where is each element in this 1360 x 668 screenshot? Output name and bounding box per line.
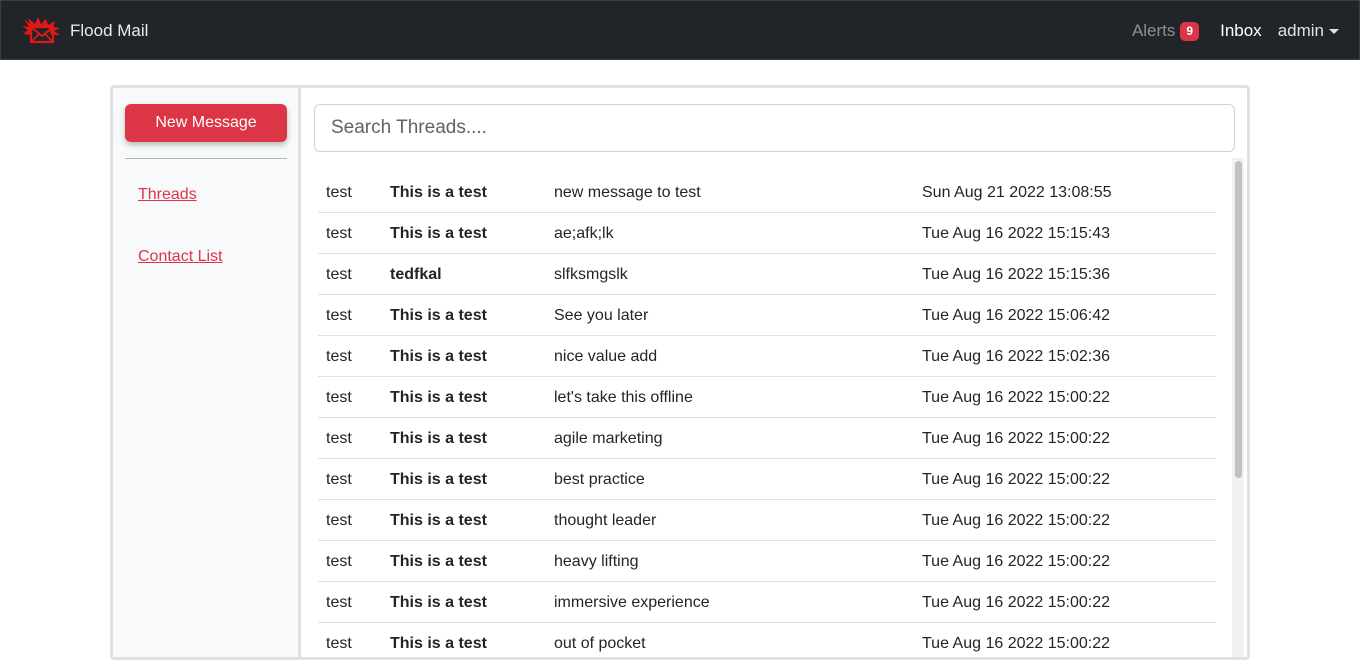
thread-preview: ae;afk;lk xyxy=(554,225,614,242)
thread-preview: slfksmgslk xyxy=(554,266,628,283)
alerts-label: Alerts xyxy=(1131,21,1176,40)
thread-preview: See you later xyxy=(554,307,649,324)
thread-row[interactable]: test This is a test out of pocket Tue Aug 1… xyxy=(318,623,1216,657)
thread-date: Tue Aug 16 2022 15:00:22 xyxy=(922,430,1111,447)
brand-name: Flood Mail xyxy=(70,21,149,40)
thread-from: test xyxy=(326,471,352,488)
new-message-button[interactable]: New Message xyxy=(125,104,287,142)
thread-date: Tue Aug 16 2022 15:00:22 xyxy=(922,512,1111,529)
thread-subject: This is a test xyxy=(390,389,487,406)
thread-preview: thought leader xyxy=(554,512,657,529)
thread-from: test xyxy=(326,348,352,365)
thread-from: test xyxy=(326,553,352,570)
thread-list-scrollbar[interactable] xyxy=(1232,158,1244,657)
threads-pane: test This is a test new message to test Sun… xyxy=(304,88,1247,657)
thread-preview: out of pocket xyxy=(554,635,646,652)
thread-row[interactable]: test This is a test nice value add Tue Aug … xyxy=(318,336,1216,377)
thread-date: Tue Aug 16 2022 15:15:36 xyxy=(922,266,1111,283)
thread-from: test xyxy=(326,266,352,283)
thread-date: Tue Aug 16 2022 15:02:36 xyxy=(922,348,1111,365)
inbox-link[interactable]: Inbox xyxy=(1220,21,1262,41)
thread-from: test xyxy=(326,389,352,406)
user-label: admin xyxy=(1277,21,1324,40)
thread-row[interactable]: test This is a test new message to test Sun… xyxy=(318,172,1216,213)
thread-subject: This is a test xyxy=(390,184,487,201)
sidebar-link-contact-list[interactable]: Contact List xyxy=(138,248,222,266)
thread-row[interactable]: test This is a test ae;afk;lk Tue Aug 16 20… xyxy=(318,213,1216,254)
search-threads-input[interactable] xyxy=(314,104,1235,152)
thread-row[interactable]: test This is a test immersive experience Tu… xyxy=(318,582,1216,623)
thread-row[interactable]: test This is a test agile marketing Tue Aug… xyxy=(318,418,1216,459)
nav-right: Alerts 9 Inbox admin xyxy=(1132,1,1339,61)
thread-date: Tue Aug 16 2022 15:00:22 xyxy=(922,471,1111,488)
thread-preview: immersive experience xyxy=(554,594,710,611)
thread-row[interactable]: test This is a test thought leader Tue Aug … xyxy=(318,500,1216,541)
thread-row[interactable]: test This is a test heavy lifting Tue Aug 1… xyxy=(318,541,1216,582)
alerts-count-badge: 9 xyxy=(1180,21,1200,41)
thread-from: test xyxy=(326,512,352,529)
caret-down-icon xyxy=(1329,28,1339,34)
thread-subject: This is a test xyxy=(390,553,487,570)
thread-subject: This is a test xyxy=(390,430,487,447)
thread-subject: This is a test xyxy=(390,307,487,324)
thread-preview: let's take this offline xyxy=(554,389,693,406)
thread-from: test xyxy=(326,430,352,447)
thread-preview: heavy lifting xyxy=(554,553,639,570)
user-menu-dropdown[interactable]: admin xyxy=(1278,21,1339,41)
thread-subject: This is a test xyxy=(390,225,487,242)
thread-preview: new message to test xyxy=(554,184,701,201)
thread-from: test xyxy=(326,184,352,201)
thread-subject: This is a test xyxy=(390,471,487,488)
thread-date: Tue Aug 16 2022 15:00:22 xyxy=(922,553,1111,570)
thread-subject: This is a test xyxy=(390,635,487,652)
thread-preview: agile marketing xyxy=(554,430,663,447)
scrollbar-thumb[interactable] xyxy=(1235,161,1242,478)
thread-from: test xyxy=(326,225,352,242)
thread-row[interactable]: test This is a test See you later Tue Aug 1… xyxy=(318,295,1216,336)
thread-date: Sun Aug 21 2022 13:08:55 xyxy=(922,184,1112,201)
thread-date: Tue Aug 16 2022 15:00:22 xyxy=(922,594,1111,611)
sidebar-link-threads[interactable]: Threads xyxy=(138,186,197,204)
top-navbar: Flood Mail Alerts 9 Inbox admin xyxy=(0,0,1360,60)
thread-date: Tue Aug 16 2022 15:00:22 xyxy=(922,389,1111,406)
thread-row[interactable]: test tedfkal slfksmgslk Tue Aug 16 2022 15:… xyxy=(318,254,1216,295)
thread-list: test This is a test new message to test Sun… xyxy=(318,172,1216,657)
thread-date: Tue Aug 16 2022 15:06:42 xyxy=(922,307,1111,324)
thread-row[interactable]: test This is a test best practice Tue Aug 1… xyxy=(318,459,1216,500)
thread-preview: best practice xyxy=(554,471,645,488)
thread-date: Tue Aug 16 2022 15:15:43 xyxy=(922,225,1111,242)
thread-from: test xyxy=(326,635,352,652)
thread-subject: This is a test xyxy=(390,348,487,365)
thread-row[interactable]: test This is a test let's take this offlin… xyxy=(318,377,1216,418)
thread-subject: This is a test xyxy=(390,594,487,611)
thread-from: test xyxy=(326,307,352,324)
envelope-flame-logo-icon xyxy=(21,16,61,46)
thread-subject: This is a test xyxy=(390,512,487,529)
sidebar-divider xyxy=(125,158,287,159)
thread-date: Tue Aug 16 2022 15:00:22 xyxy=(922,635,1111,652)
mail-panel: New Message Threads Contact List test Thi… xyxy=(110,85,1250,660)
thread-preview: nice value add xyxy=(554,348,658,365)
brand[interactable]: Flood Mail xyxy=(21,13,148,49)
thread-from: test xyxy=(326,594,352,611)
thread-subject: tedfkal xyxy=(390,266,442,283)
sidebar: New Message Threads Contact List xyxy=(113,88,301,657)
alerts-link[interactable]: Alerts 9 xyxy=(1131,21,1200,41)
